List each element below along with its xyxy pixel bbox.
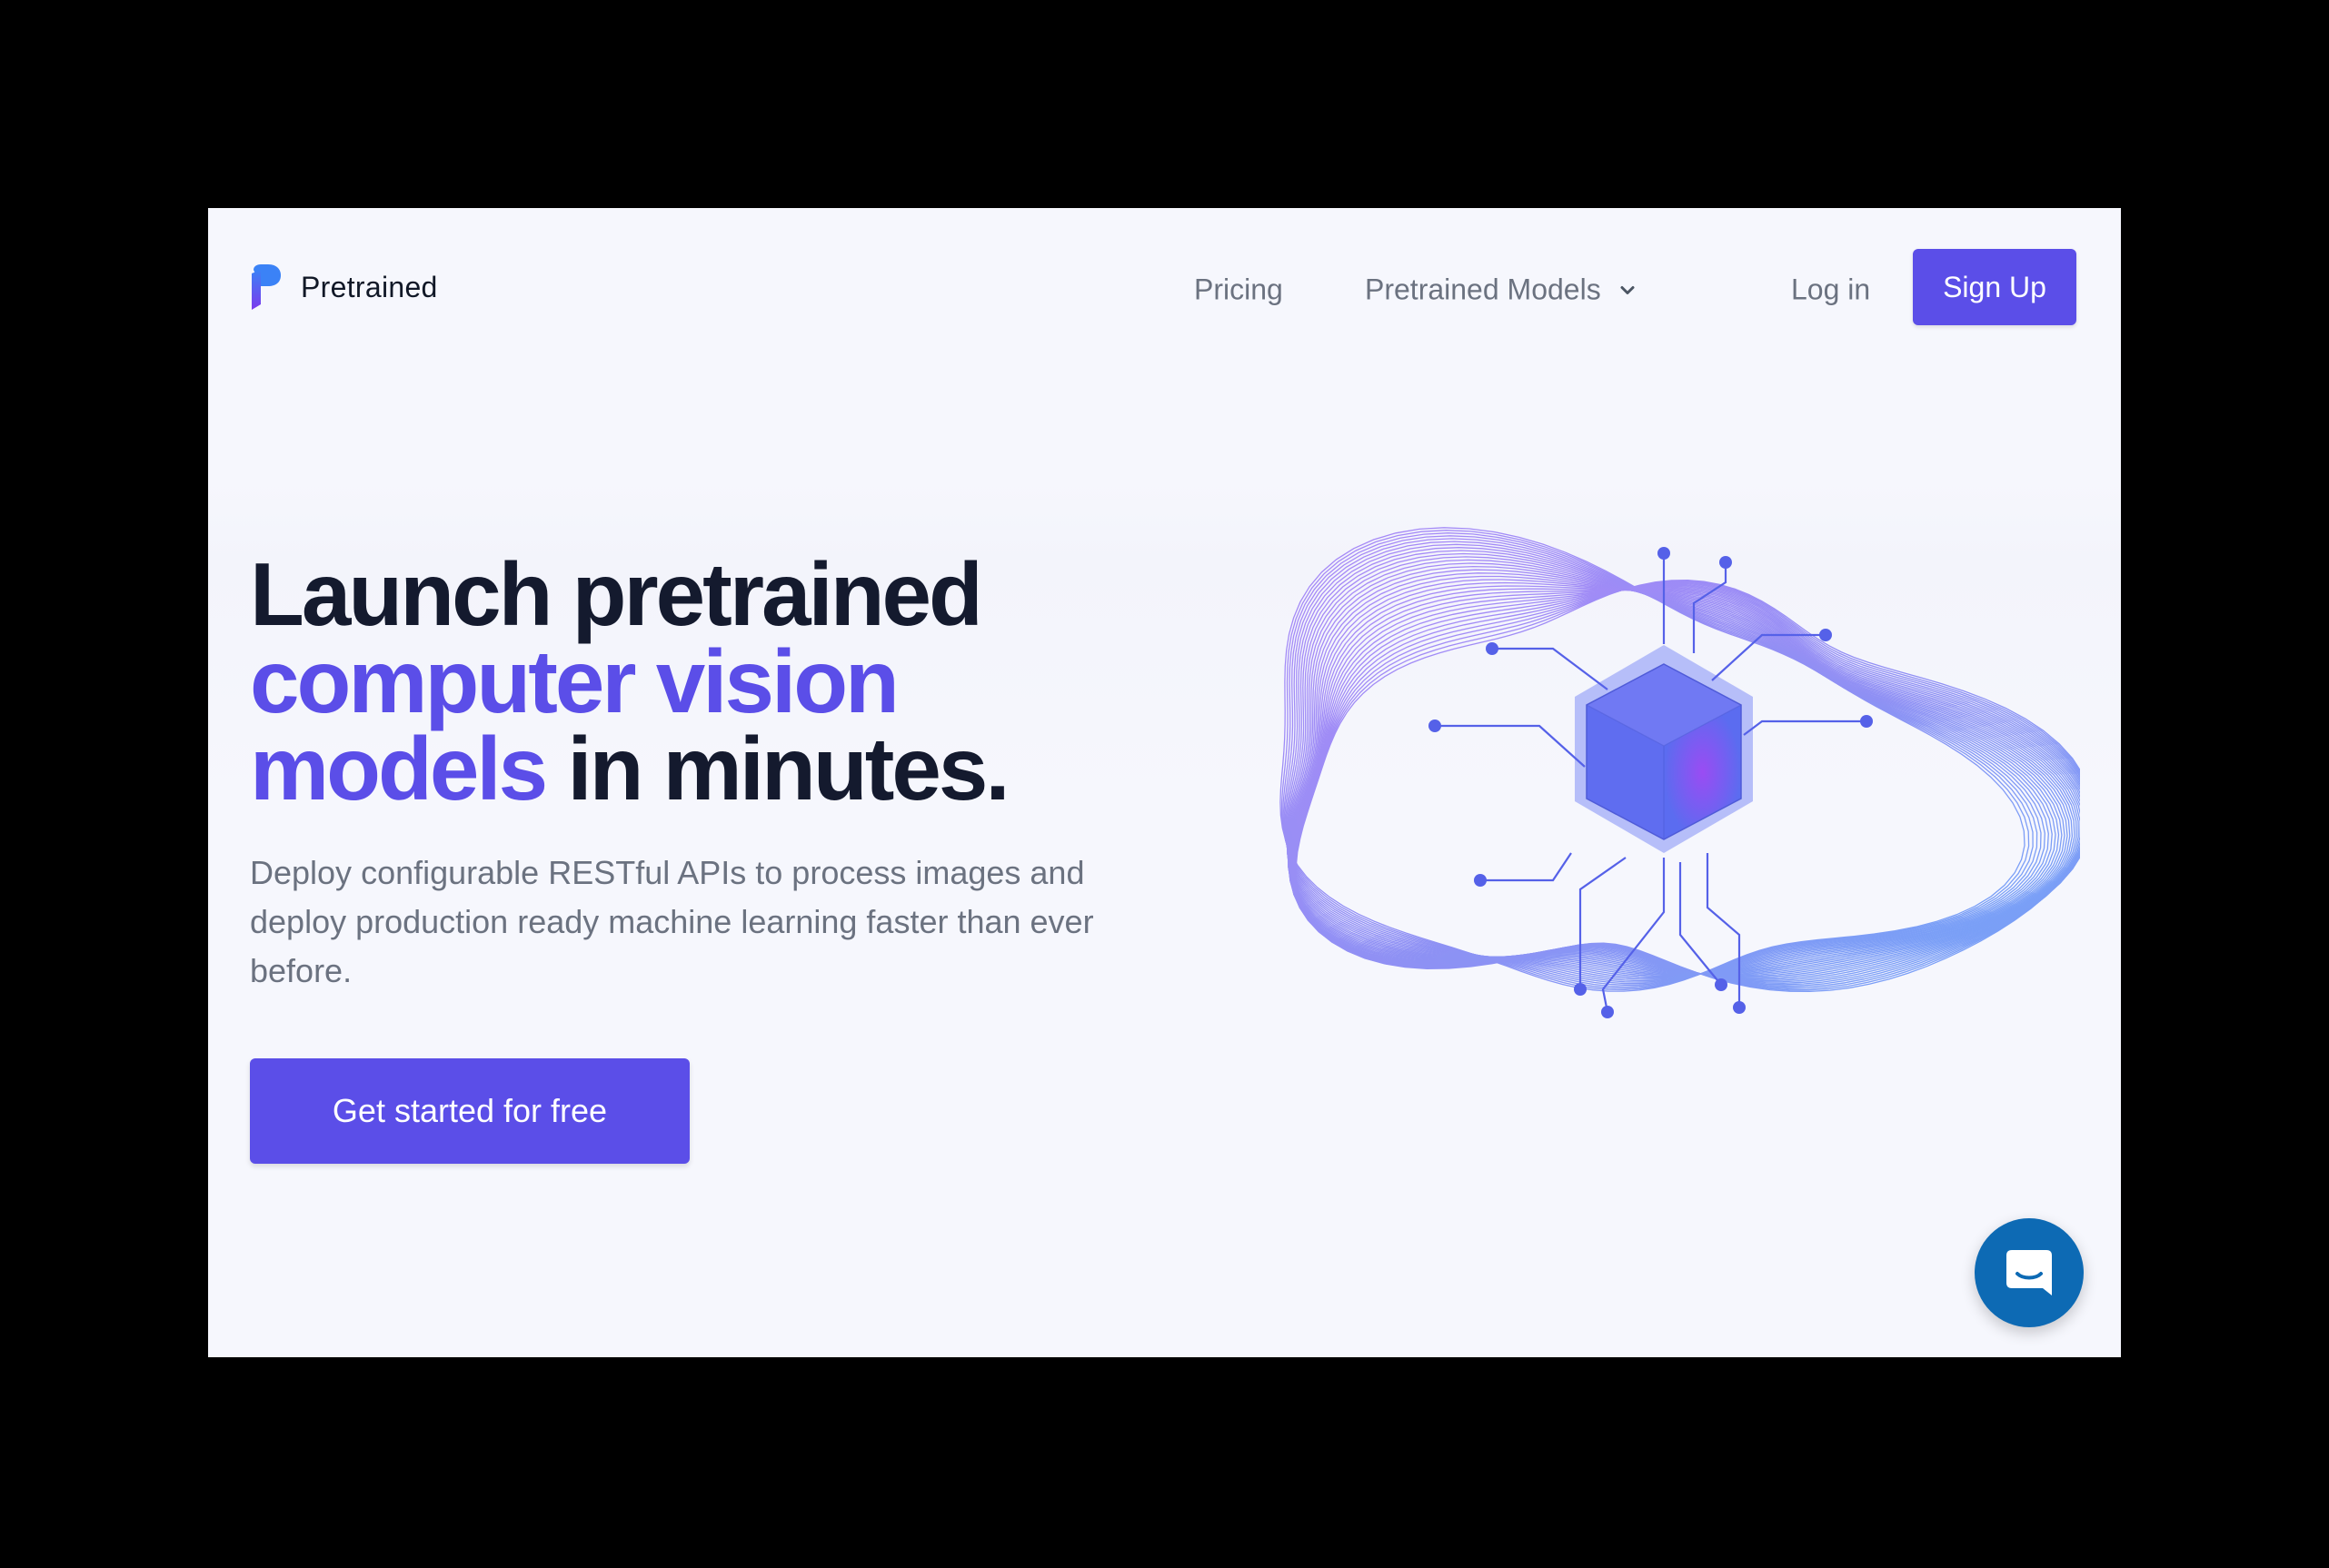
- headline-line-2: computer vision: [250, 631, 900, 731]
- headline-accent-models: models: [250, 719, 548, 819]
- hero-headline: Launch pretrained computer vision models…: [250, 544, 1249, 813]
- chat-launcher-button[interactable]: [1975, 1218, 2084, 1327]
- neural-cube-illustration: [1279, 527, 2080, 1018]
- nav-pricing-link[interactable]: Pricing: [1194, 273, 1283, 307]
- signup-button[interactable]: Sign Up: [1913, 249, 2076, 325]
- top-navigation: Pretrained Pricing Pretrained Models Log…: [208, 208, 2121, 362]
- pretrained-logo-icon: [252, 264, 281, 310]
- headline-in-minutes: in minutes.: [545, 719, 1010, 819]
- get-started-button[interactable]: Get started for free: [250, 1058, 690, 1164]
- chat-bubble-icon: [2006, 1250, 2052, 1295]
- headline-line-1: Launch pretrained: [250, 544, 983, 644]
- browser-page: Pretrained Pricing Pretrained Models Log…: [208, 208, 2121, 1357]
- brand-logo[interactable]: Pretrained: [250, 264, 438, 310]
- brand-name: Pretrained: [301, 270, 438, 303]
- nav-pretrained-models-label: Pretrained Models: [1365, 273, 1601, 306]
- nav-pretrained-models-dropdown[interactable]: Pretrained Models: [1365, 273, 1637, 307]
- headline-line-3: models in minutes.: [250, 724, 1249, 813]
- hero-subtext: Deploy configurable RESTful APIs to proc…: [250, 854, 1094, 989]
- nav-login-link[interactable]: Log in: [1791, 273, 1870, 307]
- chevron-down-icon: [1620, 285, 1635, 294]
